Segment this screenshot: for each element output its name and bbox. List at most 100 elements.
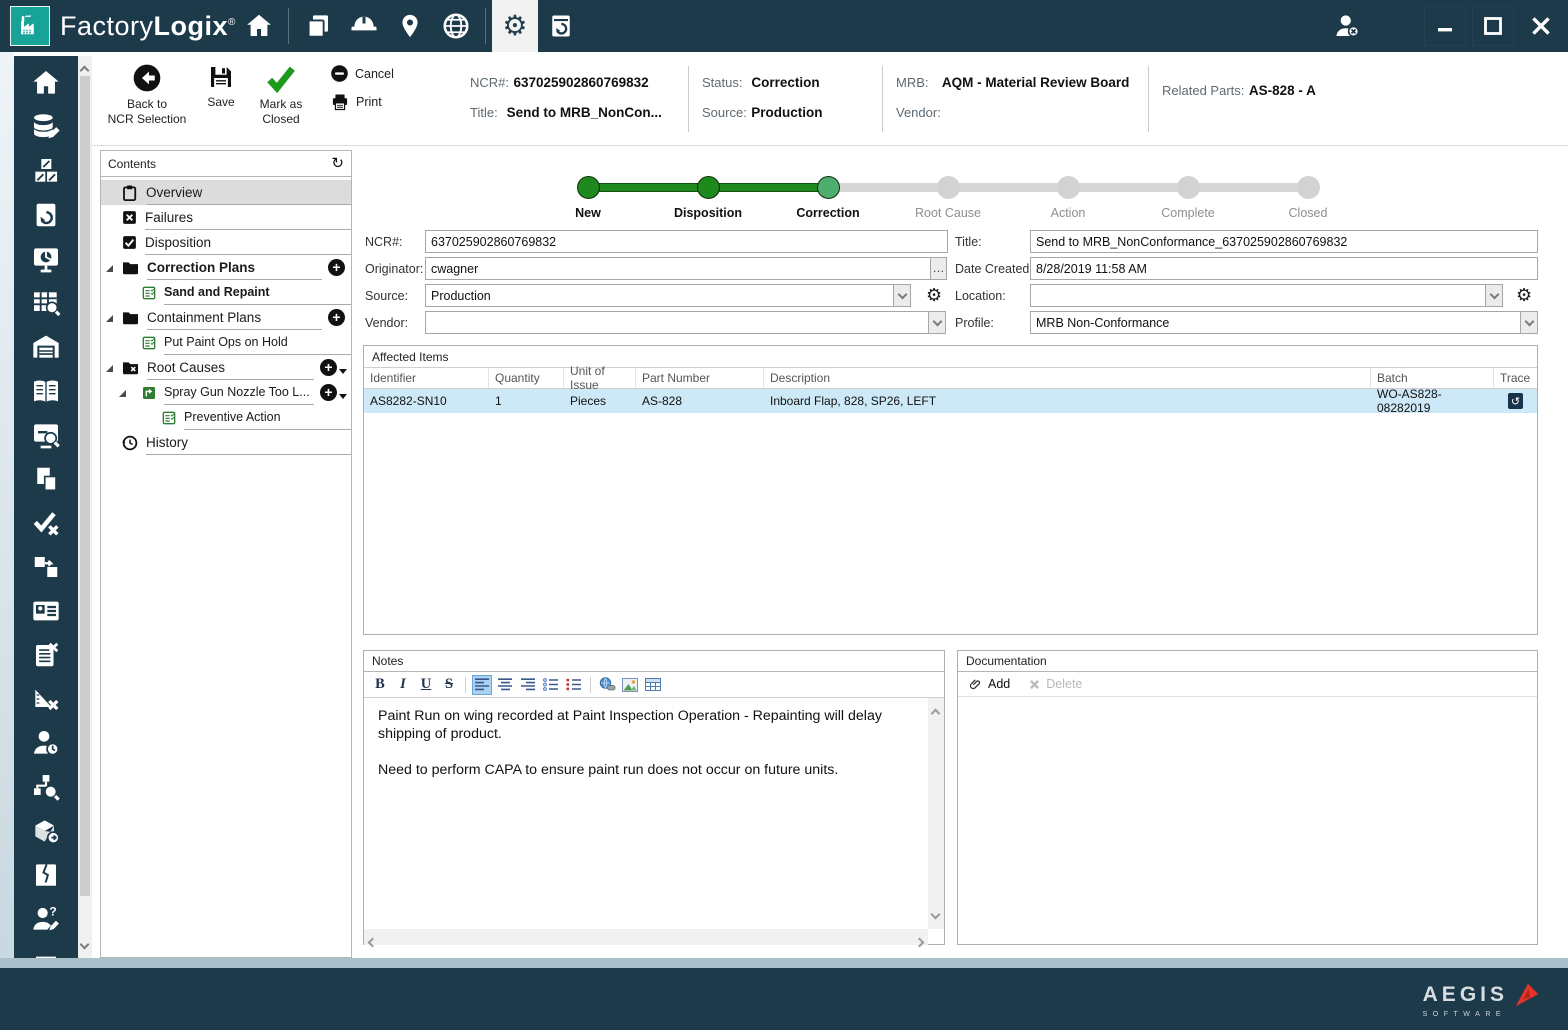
bold-button[interactable]: B xyxy=(370,675,390,695)
save-button[interactable]: Save xyxy=(198,62,244,110)
document-copy-icon[interactable] xyxy=(29,462,63,495)
contents-item-history[interactable]: History xyxy=(101,430,351,455)
contents-item-spray-gun-nozzle[interactable]: Spray Gun Nozzle Too L... + xyxy=(101,380,351,405)
ncr-number-input[interactable] xyxy=(425,230,948,253)
add-correction-plan-button[interactable]: + xyxy=(328,259,345,276)
transfer-icon[interactable] xyxy=(29,550,63,583)
column-header[interactable]: Unit of Issue xyxy=(564,364,636,392)
warehouse-icon[interactable] xyxy=(29,330,63,363)
document-restore-icon[interactable] xyxy=(29,198,63,231)
documents-icon[interactable] xyxy=(295,0,341,52)
title-input[interactable] xyxy=(1030,230,1538,253)
insert-image-icon[interactable] xyxy=(620,675,640,695)
expander-icon[interactable] xyxy=(106,265,113,272)
column-header[interactable]: Part Number xyxy=(636,368,764,388)
cancel-button[interactable]: Cancel xyxy=(330,64,394,83)
add-document-button[interactable]: Add xyxy=(968,677,1010,692)
scroll-down-icon[interactable] xyxy=(79,935,90,953)
home-nav-icon[interactable] xyxy=(29,66,63,99)
originator-input[interactable] xyxy=(425,257,931,280)
contents-item-failures[interactable]: Failures xyxy=(101,205,351,230)
column-header[interactable]: Identifier xyxy=(364,368,489,388)
scroll-right-icon[interactable] xyxy=(914,933,925,951)
notes-editor[interactable]: Paint Run on wing recorded at Paint Insp… xyxy=(364,698,928,929)
add-preventive-action-button[interactable]: + xyxy=(320,384,337,401)
add-preventive-action-caret-icon[interactable] xyxy=(339,394,347,399)
location-select[interactable] xyxy=(1030,284,1503,307)
contents-item-sand-and-repaint[interactable]: Sand and Repaint xyxy=(101,280,351,305)
settings-gear-icon[interactable]: ⚙ xyxy=(491,0,538,52)
vendor-select[interactable] xyxy=(425,311,946,334)
user-logout-icon[interactable] xyxy=(1324,0,1370,52)
expander-icon[interactable] xyxy=(106,315,113,322)
ncr-restore-icon[interactable] xyxy=(538,0,584,52)
measure-remove-icon[interactable] xyxy=(29,682,63,715)
insert-table-icon[interactable] xyxy=(643,675,663,695)
contents-item-containment-plans[interactable]: Containment Plans + xyxy=(101,305,351,330)
home-icon[interactable] xyxy=(236,0,282,52)
mark-as-closed-button[interactable]: Mark as Closed xyxy=(248,62,314,127)
scroll-down-icon[interactable] xyxy=(930,905,941,923)
minimize-button[interactable] xyxy=(1424,6,1466,46)
app-window-icon[interactable] xyxy=(29,946,63,958)
source-settings-gear-icon[interactable]: ⚙ xyxy=(926,287,942,305)
contents-item-put-paint-ops-on-hold[interactable]: Put Paint Ops on Hold xyxy=(101,330,351,355)
hard-hat-icon[interactable] xyxy=(341,0,387,52)
add-root-cause-button[interactable]: + xyxy=(320,359,337,376)
contents-item-overview[interactable]: Overview xyxy=(101,180,351,205)
align-right-icon[interactable] xyxy=(518,675,538,695)
contents-item-preventive-action[interactable]: Preventive Action xyxy=(101,405,351,430)
expander-icon[interactable] xyxy=(119,390,126,397)
print-button[interactable]: Print xyxy=(330,92,382,112)
data-editor-icon[interactable] xyxy=(29,110,63,143)
package-route-icon[interactable] xyxy=(29,814,63,847)
sidebar-scroll-thumb[interactable] xyxy=(80,76,90,896)
damaged-document-icon[interactable] xyxy=(29,858,63,891)
globe-icon[interactable] xyxy=(433,0,479,52)
verify-icon[interactable] xyxy=(29,506,63,539)
align-center-icon[interactable] xyxy=(495,675,515,695)
dashboard-icon[interactable] xyxy=(29,242,63,275)
id-card-icon[interactable] xyxy=(29,594,63,627)
documentation-list[interactable] xyxy=(958,697,1537,944)
add-containment-plan-button[interactable]: + xyxy=(328,309,345,326)
back-to-ncr-selection-button[interactable]: Back to NCR Selection xyxy=(104,62,190,127)
bullet-list-icon[interactable] xyxy=(541,675,561,695)
sidebar-scrollbar[interactable] xyxy=(78,56,92,958)
notes-horizontal-scrollbar[interactable] xyxy=(364,929,928,948)
person-time-icon[interactable] xyxy=(29,726,63,759)
scroll-up-icon[interactable] xyxy=(930,704,941,722)
date-created-input[interactable] xyxy=(1030,257,1538,280)
delete-document-button[interactable]: Delete xyxy=(1028,677,1082,691)
location-settings-gear-icon[interactable]: ⚙ xyxy=(1516,287,1532,305)
clipboard-remove-icon[interactable] xyxy=(29,638,63,671)
contents-item-correction-plans[interactable]: Correction Plans + xyxy=(101,255,351,280)
add-root-cause-caret-icon[interactable] xyxy=(339,369,347,374)
hierarchy-search-icon[interactable] xyxy=(29,770,63,803)
materials-icon[interactable] xyxy=(29,154,63,187)
monitor-search-icon[interactable] xyxy=(29,418,63,451)
numbered-list-icon[interactable] xyxy=(564,675,584,695)
underline-button[interactable]: U xyxy=(416,675,436,695)
trace-icon[interactable]: ↺ xyxy=(1508,393,1523,409)
insert-link-icon[interactable] xyxy=(597,675,617,695)
italic-button[interactable]: I xyxy=(393,675,413,695)
source-select[interactable]: Production xyxy=(425,284,911,307)
originator-browse-button[interactable]: … xyxy=(930,257,947,280)
table-search-icon[interactable] xyxy=(29,286,63,319)
expander-icon[interactable] xyxy=(106,365,113,372)
column-header[interactable]: Batch xyxy=(1371,368,1494,388)
strikethrough-button[interactable]: S xyxy=(439,675,459,695)
column-header[interactable]: Description xyxy=(764,368,1371,388)
align-left-icon[interactable] xyxy=(472,674,492,695)
column-header[interactable]: Trace xyxy=(1494,368,1537,388)
close-button[interactable] xyxy=(1520,6,1562,46)
collapse-all-icon[interactable]: ↻ xyxy=(331,156,344,171)
affected-item-row[interactable]: AS8282-SN10 1 Pieces AS-828 Inboard Flap… xyxy=(364,387,1537,415)
column-header[interactable]: Quantity xyxy=(489,368,564,388)
book-icon[interactable] xyxy=(29,374,63,407)
profile-select[interactable]: MRB Non-Conformance xyxy=(1030,311,1538,334)
contents-item-root-causes[interactable]: Root Causes + xyxy=(101,355,351,380)
location-pin-icon[interactable] xyxy=(387,0,433,52)
maximize-button[interactable] xyxy=(1472,6,1514,46)
